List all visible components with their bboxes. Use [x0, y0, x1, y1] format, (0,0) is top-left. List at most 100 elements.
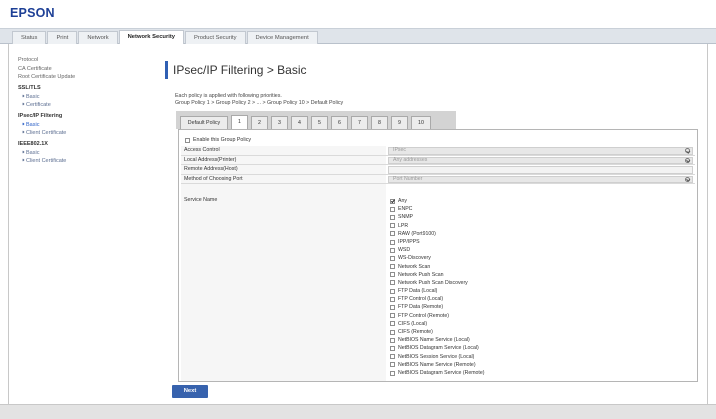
- service-option-label: Network Push Scan Discovery: [398, 279, 468, 286]
- sidebar-item-protocol[interactable]: Protocol: [18, 56, 143, 65]
- policy-tab-3[interactable]: 3: [271, 116, 288, 129]
- service-checkbox[interactable]: [390, 231, 395, 237]
- sidebar-item-root-certificate-update[interactable]: Root Certificate Update: [18, 73, 143, 82]
- policy-tab-5[interactable]: 5: [311, 116, 328, 129]
- chevron-right-icon: [21, 102, 25, 106]
- service-checkbox[interactable]: [390, 362, 395, 368]
- service-name-list: Any ENPC SNMP LPR RAW (Port9100) IPP/IPP…: [388, 184, 693, 377]
- policy-tab-1[interactable]: 1: [231, 115, 248, 129]
- tab-product-security[interactable]: Product Security: [184, 31, 246, 44]
- title-accent-bar: [165, 61, 168, 79]
- service-checkbox[interactable]: [390, 223, 395, 229]
- service-option[interactable]: IPP/IPPS: [390, 238, 693, 246]
- service-checkbox[interactable]: [390, 337, 395, 343]
- enable-group-policy-label: Enable this Group Policy: [193, 137, 252, 143]
- policy-tab-default[interactable]: Default Policy: [180, 116, 228, 129]
- service-checkbox[interactable]: [390, 264, 395, 270]
- policy-tab-8[interactable]: 8: [371, 116, 388, 129]
- service-checkbox[interactable]: [390, 305, 395, 311]
- service-option[interactable]: WS-Discovery: [390, 254, 693, 262]
- sidebar-item-ssl-tls-basic[interactable]: Basic: [18, 93, 143, 102]
- service-checkbox[interactable]: [390, 345, 395, 351]
- service-option[interactable]: NetBIOS Datagram Service (Remote): [390, 369, 693, 377]
- sidebar-item-ca-certificate[interactable]: CA Certificate: [18, 65, 143, 74]
- service-option[interactable]: Network Push Scan Discovery: [390, 279, 693, 287]
- service-name-cell: Any ENPC SNMP LPR RAW (Port9100) IPP/IPP…: [386, 184, 695, 381]
- service-option[interactable]: Any: [390, 197, 693, 205]
- tab-print[interactable]: Print: [47, 31, 78, 44]
- service-checkbox[interactable]: [390, 296, 395, 302]
- service-option-label: Network Push Scan: [398, 271, 444, 278]
- policy-tab-4[interactable]: 4: [291, 116, 308, 129]
- sidebar-heading-ssl-tls[interactable]: SSL/TLS: [18, 84, 143, 93]
- service-checkbox[interactable]: [390, 198, 395, 204]
- service-option[interactable]: Network Scan: [390, 263, 693, 271]
- sidebar-heading-ipsec[interactable]: IPsec/IP Filtering: [18, 112, 143, 121]
- tab-device-management[interactable]: Device Management: [246, 31, 318, 44]
- service-option[interactable]: NetBIOS Name Service (Remote): [390, 361, 693, 369]
- service-option[interactable]: LPR: [390, 222, 693, 230]
- port-method-select[interactable]: Port Number: [388, 175, 693, 183]
- sidebar-item-label: Basic: [26, 121, 40, 128]
- service-checkbox[interactable]: [390, 329, 395, 335]
- service-option[interactable]: CIFS (Remote): [390, 328, 693, 336]
- sidebar-item-ipsec-client-certificate[interactable]: Client Certificate: [18, 129, 143, 138]
- chevron-right-icon: [21, 150, 25, 153]
- sidebar-item-ieee8021x-basic[interactable]: Basic: [18, 149, 143, 158]
- sidebar-item-label: CA Certificate: [18, 65, 52, 72]
- policy-tab-10[interactable]: 10: [411, 116, 431, 129]
- policy-tab-6[interactable]: 6: [331, 116, 348, 129]
- service-checkbox[interactable]: [390, 288, 395, 294]
- service-option[interactable]: FTP Control (Remote): [390, 312, 693, 320]
- service-checkbox[interactable]: [390, 247, 395, 253]
- service-checkbox[interactable]: [390, 206, 395, 212]
- chevron-right-icon: [21, 94, 25, 97]
- service-checkbox[interactable]: [390, 313, 395, 319]
- service-checkbox[interactable]: [390, 255, 395, 261]
- policy-tab-2[interactable]: 2: [251, 116, 268, 129]
- service-option-label: FTP Control (Local): [398, 296, 444, 303]
- service-option[interactable]: FTP Data (Remote): [390, 303, 693, 311]
- tab-network-security[interactable]: Network Security: [118, 30, 184, 44]
- access-control-select[interactable]: IPsec: [388, 147, 693, 155]
- service-option[interactable]: ENPC: [390, 205, 693, 213]
- priority-order: Group Policy 1 > Group Policy 2 > ... > …: [175, 99, 344, 106]
- service-option[interactable]: SNMP: [390, 213, 693, 221]
- service-option[interactable]: NetBIOS Name Service (Local): [390, 336, 693, 344]
- tab-status[interactable]: Status: [12, 31, 47, 44]
- service-checkbox[interactable]: [390, 370, 395, 376]
- policy-tab-9[interactable]: 9: [391, 116, 408, 129]
- policy-tab-7[interactable]: 7: [351, 116, 368, 129]
- next-button[interactable]: Next: [172, 385, 208, 398]
- enable-group-policy[interactable]: Enable this Group Policy: [185, 137, 251, 144]
- header: EPSON: [0, 0, 716, 28]
- service-option[interactable]: CIFS (Local): [390, 320, 693, 328]
- service-checkbox[interactable]: [390, 321, 395, 327]
- remote-address-cell: [386, 165, 695, 174]
- sidebar-item-label: Client Certificate: [26, 158, 67, 164]
- remote-address-input[interactable]: [388, 166, 693, 174]
- service-option[interactable]: RAW (Port9100): [390, 230, 693, 238]
- sidebar-heading-ieee8021x[interactable]: IEEE802.1X: [18, 140, 143, 149]
- service-option[interactable]: Network Push Scan: [390, 271, 693, 279]
- service-option-label: WSD: [398, 247, 411, 254]
- service-option-label: NetBIOS Session Service (Local): [398, 353, 475, 360]
- service-option[interactable]: FTP Data (Local): [390, 287, 693, 295]
- service-option[interactable]: WSD: [390, 246, 693, 254]
- service-checkbox[interactable]: [390, 214, 395, 220]
- service-option[interactable]: NetBIOS Session Service (Local): [390, 353, 693, 361]
- sidebar-item-ipsec-basic[interactable]: Basic: [18, 121, 143, 130]
- service-option[interactable]: FTP Control (Local): [390, 295, 693, 303]
- tab-network[interactable]: Network: [78, 31, 118, 44]
- enable-group-policy-checkbox[interactable]: [185, 138, 190, 143]
- service-option[interactable]: NetBIOS Datagram Service (Local): [390, 344, 693, 352]
- sidebar-item-ieee8021x-client-certificate[interactable]: Client Certificate: [18, 157, 143, 166]
- local-address-select[interactable]: Any addresses: [388, 156, 693, 164]
- service-checkbox[interactable]: [390, 272, 395, 278]
- remote-address-row: Remote Address(Host): [181, 165, 695, 175]
- service-checkbox[interactable]: [390, 239, 395, 245]
- sidebar-item-ssl-tls-certificate[interactable]: Certificate: [18, 101, 143, 110]
- local-address-label: Local Address(Printer): [181, 155, 386, 164]
- service-checkbox[interactable]: [390, 280, 395, 286]
- service-checkbox[interactable]: [390, 354, 395, 360]
